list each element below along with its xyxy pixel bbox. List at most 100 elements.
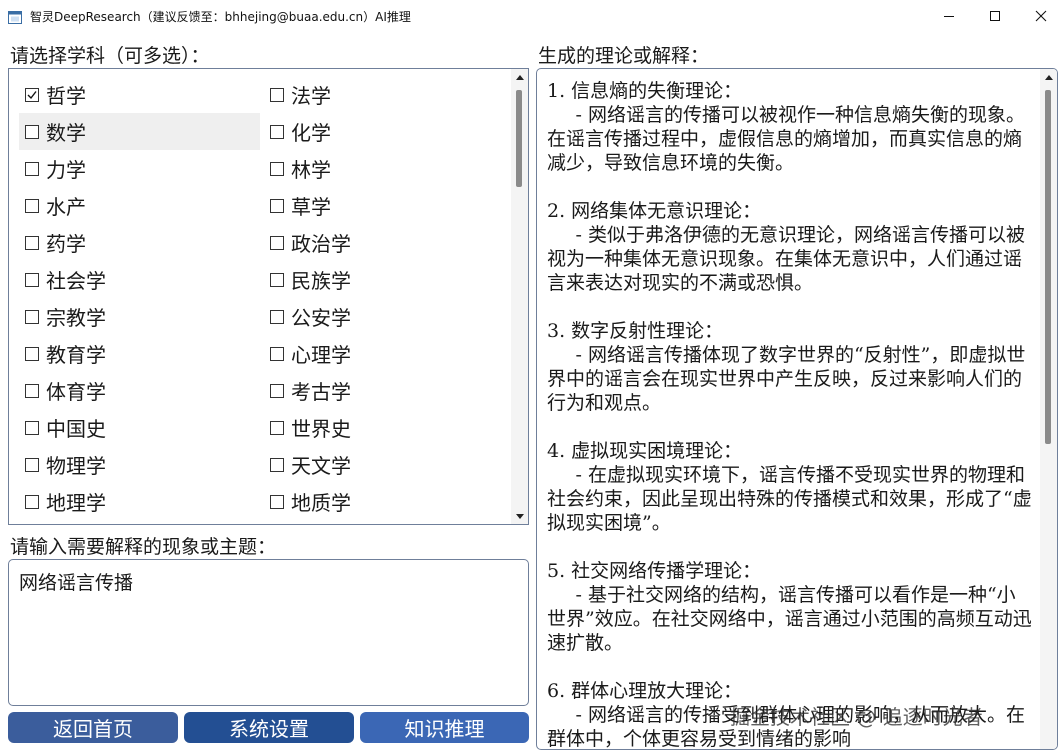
subject-item[interactable]: 中国史 [19, 409, 264, 446]
checkbox-icon[interactable] [25, 494, 39, 509]
subject-item-label: 中国史 [46, 417, 106, 441]
subject-item[interactable]: 天文学 [264, 446, 505, 483]
subject-item-label: 天文学 [291, 454, 351, 478]
subject-item[interactable]: 化学 [264, 113, 505, 150]
result-paragraph-heading: 6. 群体心理放大理论： [547, 680, 743, 702]
subject-item[interactable]: 心理学 [264, 335, 505, 372]
subject-item[interactable]: 草学 [264, 187, 505, 224]
result-content: 1. 信息熵的失衡理论： - 网络谣言的传播可以被视作一种信息熵失衡的现象。在谣言… [547, 79, 1033, 749]
subject-item[interactable]: 教育学 [19, 335, 264, 372]
subject-item[interactable]: 数学 [19, 113, 260, 150]
knowledge-inference-button[interactable]: 知识推理 [360, 712, 529, 743]
checkbox-icon[interactable] [25, 161, 39, 176]
minimize-button[interactable] [926, 0, 972, 32]
result-label: 生成的理论或解释： [538, 45, 710, 67]
subject-item[interactable]: 法学 [264, 76, 505, 113]
result-paragraph-body: - 基于社交网络的结构，谣言传播可以看作是一种“小世界”效应。在社交网络中，谣言… [547, 584, 1032, 654]
subject-item[interactable]: 水产 [19, 187, 264, 224]
subject-item[interactable]: 宗教学 [19, 298, 264, 335]
scrollbar-thumb[interactable] [1045, 90, 1051, 444]
subject-item[interactable]: 地理学 [19, 483, 264, 520]
checkbox-icon[interactable] [270, 272, 284, 287]
subject-item-label: 心理学 [291, 343, 351, 367]
subject-item-label: 考古学 [291, 380, 351, 404]
subject-item-label: 公安学 [291, 306, 351, 330]
subject-item[interactable]: 力学 [19, 150, 264, 187]
subject-item[interactable]: 物理学 [19, 446, 264, 483]
subject-item[interactable]: 世界史 [264, 409, 505, 446]
title-bar: 智灵DeepResearch（建议反馈至：bhhejing@buaa.edu.c… [0, 0, 1064, 32]
maximize-button[interactable] [972, 0, 1018, 32]
subject-scrollbar[interactable] [511, 69, 528, 524]
subject-item[interactable]: 考古学 [264, 372, 505, 409]
checkbox-icon[interactable] [270, 494, 284, 509]
checkbox-icon[interactable] [270, 420, 284, 435]
topic-input[interactable]: 网络谣言传播 [8, 559, 529, 706]
result-paragraph: 1. 信息熵的失衡理论： - 网络谣言的传播可以被视作一种信息熵失衡的现象。在谣言… [547, 79, 1033, 175]
checkbox-checked-icon[interactable] [25, 87, 39, 102]
result-paragraph-heading: 2. 网络集体无意识理论： [547, 200, 762, 222]
result-paragraph: 4. 虚拟现实困境理论： - 在虚拟现实环境下，谣言传播不受现实世界的物理和社会约… [547, 439, 1033, 535]
subject-item-label: 民族学 [291, 269, 351, 293]
subject-item[interactable]: 哲学 [19, 76, 264, 113]
subject-item-label: 哲学 [46, 84, 86, 108]
scroll-up-arrow-icon[interactable] [1040, 69, 1057, 85]
subject-item[interactable]: 民族学 [264, 261, 505, 298]
maximize-icon [990, 11, 1000, 21]
subject-item[interactable]: 公安学 [264, 298, 505, 335]
checkbox-icon[interactable] [25, 383, 39, 398]
checkbox-icon[interactable] [270, 87, 284, 102]
subject-item[interactable]: 林学 [264, 150, 505, 187]
system-settings-button[interactable]: 系统设置 [184, 712, 354, 743]
return-home-button[interactable]: 返回首页 [8, 712, 178, 743]
checkbox-icon[interactable] [25, 272, 39, 287]
subject-item[interactable]: 地质学 [264, 483, 505, 520]
topic-input-value: 网络谣言传播 [19, 572, 134, 594]
checkbox-icon[interactable] [25, 235, 39, 250]
checkbox-icon[interactable] [25, 457, 39, 472]
checkbox-icon[interactable] [270, 383, 284, 398]
topic-label: 请输入需要解释的现象或主题： [10, 536, 277, 558]
subject-item-label: 数学 [46, 121, 86, 145]
subject-item-label: 水产 [46, 195, 86, 219]
subject-item-label: 地理学 [46, 491, 106, 515]
checkbox-icon[interactable] [25, 420, 39, 435]
subject-item-label: 物理学 [46, 454, 106, 478]
result-scrollbar[interactable] [1040, 69, 1057, 749]
subject-item[interactable]: 政治学 [264, 224, 505, 261]
result-paragraph: 3. 数字反射性理论： - 网络谣言传播体现了数字世界的“反射性”，即虚拟世界中的… [547, 319, 1033, 415]
result-paragraph-body: - 网络谣言传播体现了数字世界的“反射性”，即虚拟世界中的谣言会在现实世界中产生… [547, 344, 1026, 414]
result-paragraph-heading: 4. 虚拟现实困境理论： [547, 440, 743, 462]
subject-item[interactable]: 社会学 [19, 261, 264, 298]
scroll-down-arrow-icon[interactable] [511, 508, 528, 524]
checkbox-icon[interactable] [25, 124, 39, 139]
checkbox-icon[interactable] [25, 309, 39, 324]
subject-item[interactable]: 药学 [19, 224, 264, 261]
subject-list: 哲学 法学数学 化学 力学 林学水产 草学药学 政治学社会学 民族学宗教学 公安学教育学 心理学体… [19, 76, 505, 520]
subject-label: 请选择学科（可多选）： [10, 45, 210, 67]
checkbox-icon[interactable] [25, 346, 39, 361]
checkbox-icon[interactable] [270, 346, 284, 361]
result-paragraph-heading: 1. 信息熵的失衡理论： [547, 80, 743, 102]
scroll-up-arrow-icon[interactable] [511, 69, 528, 85]
subject-item-label: 药学 [46, 232, 86, 256]
checkbox-icon[interactable] [270, 309, 284, 324]
subject-item[interactable]: 体育学 [19, 372, 264, 409]
checkbox-icon[interactable] [270, 161, 284, 176]
subject-item-label: 林学 [291, 158, 331, 182]
close-icon [1035, 10, 1047, 22]
result-paragraph-body: - 类似于弗洛伊德的无意识理论，网络谣言传播可以被视为一种集体无意识现象。在集体… [547, 224, 1025, 294]
checkbox-icon[interactable] [270, 235, 284, 250]
checkbox-icon[interactable] [270, 198, 284, 213]
minimize-icon [944, 16, 954, 17]
result-paragraph-heading: 3. 数字反射性理论： [547, 320, 724, 342]
subject-item-label: 社会学 [46, 269, 106, 293]
checkbox-icon[interactable] [270, 124, 284, 139]
checkbox-icon[interactable] [270, 457, 284, 472]
close-button[interactable] [1018, 0, 1064, 32]
window-title: 智灵DeepResearch（建议反馈至：bhhejing@buaa.edu.c… [30, 10, 411, 24]
result-paragraph-body: - 网络谣言的传播可以被视作一种信息熵失衡的现象。在谣言传播过程中，虚假信息的熵… [547, 104, 1025, 174]
checkbox-icon[interactable] [25, 198, 39, 213]
scrollbar-thumb[interactable] [516, 90, 522, 187]
result-text-area[interactable]: 1. 信息熵的失衡理论： - 网络谣言的传播可以被视作一种信息熵失衡的现象。在谣言… [536, 68, 1058, 750]
